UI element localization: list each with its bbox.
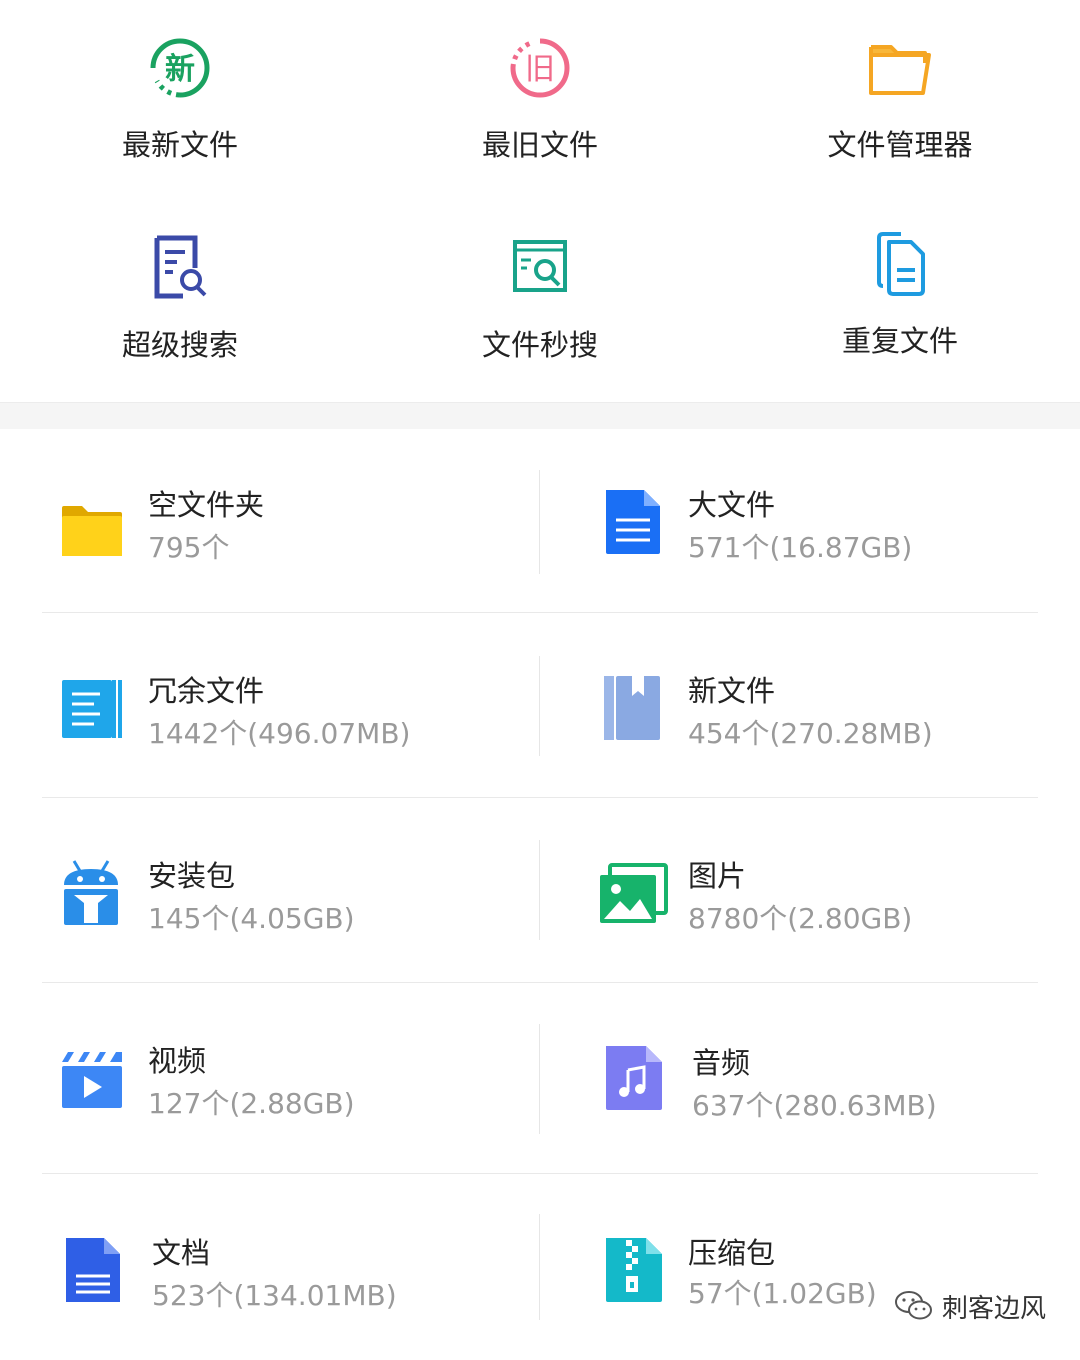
tool-newest-files[interactable]: 新 最新文件: [0, 0, 360, 190]
old-badge-icon: 旧: [505, 33, 575, 103]
blue-document-icon: [604, 488, 668, 556]
category-count: 57个(1.02GB): [688, 1277, 877, 1310]
category-name: 安装包: [148, 859, 236, 893]
category-name: 空文件夹: [148, 488, 265, 522]
video-clapper-icon: [60, 1044, 124, 1112]
category-count: 571个(16.87GB): [688, 531, 913, 564]
category-empty-folders[interactable]: 空文件夹 795个: [62, 474, 502, 574]
watermark: 刺客边风: [894, 1286, 1046, 1326]
yellow-folder-icon: [62, 488, 126, 560]
tools-panel: 新 最新文件 旧 最旧文件 文件管理器 超级搜索 文件秒搜 重复文件: [0, 0, 1080, 402]
category-name: 大文件: [688, 488, 776, 522]
column-divider: [539, 1024, 540, 1134]
tool-file-manager[interactable]: 文件管理器: [720, 0, 1080, 190]
category-count: 8780个(2.80GB): [688, 902, 913, 935]
folder-icon: [865, 33, 935, 103]
quick-search-icon: [505, 232, 575, 302]
category-name: 压缩包: [688, 1236, 776, 1270]
android-package-icon: [62, 859, 126, 927]
row-divider: [42, 982, 1038, 983]
section-gap: [0, 402, 1080, 429]
audio-file-icon: [604, 1044, 668, 1112]
category-large-files[interactable]: 大文件 571个(16.87GB): [604, 474, 1044, 574]
category-count: 795个: [148, 531, 230, 564]
category-name: 音频: [692, 1046, 751, 1080]
category-name: 图片: [688, 859, 747, 893]
category-images[interactable]: 图片 8780个(2.80GB): [600, 845, 1040, 945]
row-divider: [42, 612, 1038, 613]
tool-label: 文件管理器: [827, 128, 973, 162]
column-divider: [539, 656, 540, 756]
gallery-icon: [600, 859, 668, 927]
category-name: 文档: [152, 1236, 211, 1270]
tool-label: 最新文件: [121, 128, 238, 162]
category-name: 新文件: [688, 674, 776, 708]
row-divider: [42, 797, 1038, 798]
svg-text:新: 新: [165, 52, 195, 87]
category-name: 视频: [148, 1044, 207, 1078]
category-audio[interactable]: 音频 637个(280.63MB): [604, 1030, 1044, 1130]
tool-label: 超级搜索: [121, 328, 238, 362]
tool-label: 重复文件: [841, 324, 958, 358]
svg-text:旧: 旧: [525, 52, 555, 87]
tool-label: 文件秒搜: [481, 328, 598, 362]
category-new-files[interactable]: 新文件 454个(270.28MB): [604, 660, 1044, 760]
category-redundant-files[interactable]: 冗余文件 1442个(496.07MB): [62, 660, 502, 760]
category-count: 145个(4.05GB): [148, 902, 355, 935]
redundant-files-icon: [62, 674, 126, 742]
wechat-icon: [894, 1291, 932, 1320]
category-documents[interactable]: 文档 523个(134.01MB): [62, 1222, 502, 1322]
duplicate-files-icon: [865, 228, 935, 298]
tool-oldest-files[interactable]: 旧 最旧文件: [360, 0, 720, 190]
bookmark-file-icon: [604, 674, 668, 742]
category-count: 523个(134.01MB): [152, 1279, 397, 1312]
new-badge-icon: 新: [145, 33, 215, 103]
tool-quick-search[interactable]: 文件秒搜: [360, 200, 720, 390]
category-name: 冗余文件: [148, 674, 265, 708]
category-count: 127个(2.88GB): [148, 1087, 355, 1120]
tool-duplicate-files[interactable]: 重复文件: [720, 200, 1080, 390]
category-count: 1442个(496.07MB): [148, 717, 411, 750]
tool-label: 最旧文件: [481, 128, 598, 162]
column-divider: [539, 840, 540, 940]
watermark-text: 刺客边风: [941, 1293, 1046, 1324]
row-divider: [42, 1173, 1038, 1174]
category-install-packages[interactable]: 安装包 145个(4.05GB): [62, 845, 502, 945]
tool-super-search[interactable]: 超级搜索: [0, 200, 360, 390]
zip-archive-icon: [604, 1236, 668, 1304]
document-icon: [62, 1236, 126, 1304]
column-divider: [539, 1214, 540, 1320]
doc-search-icon: [145, 232, 215, 302]
column-divider: [539, 470, 540, 574]
category-count: 637个(280.63MB): [692, 1089, 937, 1122]
category-count: 454个(270.28MB): [688, 717, 933, 750]
category-videos[interactable]: 视频 127个(2.88GB): [60, 1030, 500, 1130]
